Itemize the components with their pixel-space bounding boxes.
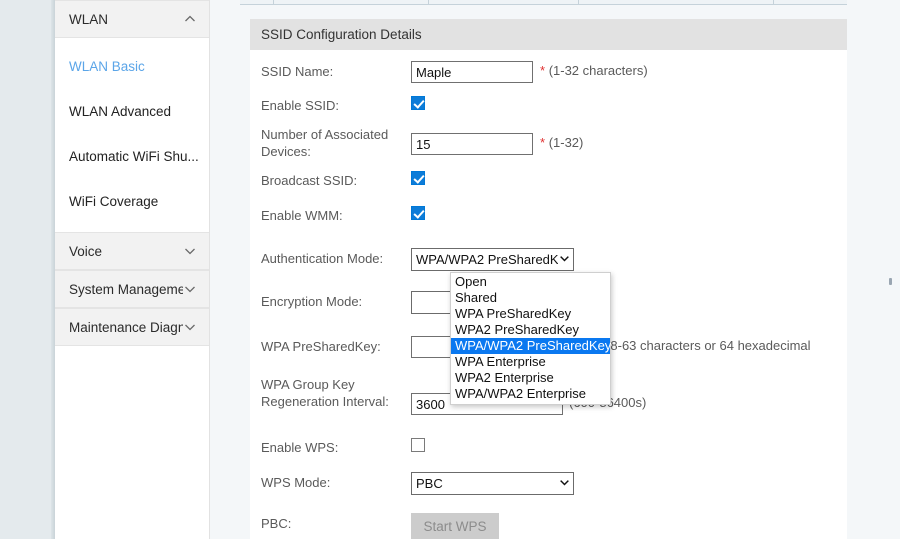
start-wps-button[interactable]: Start WPS [411,513,499,539]
app-root: WLAN WLAN Basic WLAN Advanced Automatic … [0,0,900,539]
sidebar-item-label: WiFi Coverage [69,194,159,209]
enable-ssid-label: Enable SSID: [261,98,340,113]
sidebar-item-automatic-wifi-shutdown[interactable]: Automatic WiFi Shu... [55,134,209,179]
sidebar-group-maintenance-diagnosis[interactable]: Maintenance Diagno.. [55,308,209,346]
panel-title-bar: SSID Configuration Details [250,19,847,50]
authentication-mode-label: Authentication Mode: [261,251,384,266]
sidebar-item-wifi-coverage[interactable]: WiFi Coverage [55,179,209,224]
ssid-configuration-panel: SSID Configuration Details SSID Name: * … [250,19,847,539]
sidebar-group-voice-label: Voice [69,243,103,259]
sidebar-item-wlan-basic[interactable]: WLAN Basic [55,44,209,89]
row-broadcast-ssid: Broadcast SSID: [250,160,847,192]
broadcast-ssid-label: Broadcast SSID: [261,173,358,188]
chevron-down-icon [558,477,570,491]
dropdown-option-wpa2-presharedkey[interactable]: WPA2 PreSharedKey [451,322,610,338]
sidebar-group-wlan[interactable]: WLAN [55,0,209,38]
content-right-margin [847,0,900,539]
wpa-presharedkey-hint-text: (8-63 characters or 64 hexadecimal [606,338,811,353]
required-asterisk: * [540,63,546,78]
dropdown-option-wpa-wpa2-enterprise[interactable]: WPA/WPA2 Enterprise [451,386,610,402]
number-of-associated-devices-input[interactable] [411,133,533,155]
enable-ssid-checkbox[interactable] [411,96,425,110]
required-asterisk: * [540,135,546,150]
row-enable-wps: Enable WPS: [250,415,847,456]
sliver-cell [274,0,429,4]
chevron-up-icon [183,12,197,26]
enable-wps-label: Enable WPS: [261,440,339,455]
row-number-of-associated-devices: Number of Associated Devices: * (1-32) [250,115,847,160]
sidebar-group-wlan-label: WLAN [69,11,109,27]
page-left-gutter [0,0,55,539]
wpa-group-key-interval-label: WPA Group Key Regeneration Interval: [261,377,389,409]
number-of-associated-devices-hint: * (1-32) [540,133,583,150]
enable-wmm-checkbox[interactable] [411,206,425,220]
enable-wmm-label: Enable WMM: [261,208,343,223]
sidebar-item-label: Automatic WiFi Shu... [69,149,199,164]
sidebar-group-voice[interactable]: Voice [55,232,209,270]
dropdown-option-wpa-enterprise[interactable]: WPA Enterprise [451,354,610,370]
sidebar-group-system-management-label: System Management [69,281,183,297]
number-of-associated-devices-hint-text: (1-32) [548,135,584,150]
sidebar-navigation: WLAN WLAN Basic WLAN Advanced Automatic … [55,0,210,539]
row-enable-wmm: Enable WMM: [250,192,847,224]
dropdown-option-wpa-wpa2-presharedkey[interactable]: WPA/WPA2 PreSharedKey [451,338,611,354]
authentication-mode-select[interactable]: WPA/WPA2 PreSharedKe [411,248,574,271]
sliver-cell [579,0,774,4]
row-ssid-name: SSID Name: * (1-32 characters) [250,50,847,83]
sidebar-subitems-wlan: WLAN Basic WLAN Advanced Automatic WiFi … [55,38,209,232]
dropdown-option-open[interactable]: Open [451,274,610,290]
ssid-name-hint-text: (1-32 characters) [548,63,648,78]
number-of-associated-devices-label: Number of Associated Devices: [261,127,389,159]
sidebar-item-label: WLAN Basic [69,59,145,74]
broadcast-ssid-checkbox[interactable] [411,171,425,185]
chevron-down-icon [183,282,197,296]
sliver-cell [240,0,274,4]
scrollbar-thumb[interactable] [889,278,892,285]
dropdown-option-wpa-presharedkey[interactable]: WPA PreSharedKey [451,306,610,322]
row-wps-mode: WPS Mode: PBC [250,456,847,495]
pbc-label: PBC: [261,516,292,531]
authentication-mode-dropdown-list[interactable]: Open Shared WPA PreSharedKey WPA2 PreSha… [450,272,611,405]
row-pbc: PBC: Start WPS [250,495,847,539]
wps-mode-label: WPS Mode: [261,475,331,490]
dropdown-option-shared[interactable]: Shared [451,290,610,306]
ssid-name-label: SSID Name: [261,64,334,79]
sidebar-group-system-management[interactable]: System Management [55,270,209,308]
sliver-cell [429,0,579,4]
sidebar-item-wlan-advanced[interactable]: WLAN Advanced [55,89,209,134]
enable-wps-checkbox[interactable] [411,438,425,452]
wpa-presharedkey-label: WPA PreSharedKey: [261,339,381,354]
wps-mode-select[interactable]: PBC [411,472,574,495]
sidebar-group-maintenance-diagnosis-label: Maintenance Diagno.. [69,319,183,335]
chevron-down-icon [183,244,197,258]
sidebar-item-label: WLAN Advanced [69,104,172,119]
chevron-down-icon [558,253,570,267]
row-enable-ssid: Enable SSID: [250,83,847,115]
row-authentication-mode: Authentication Mode: WPA/WPA2 PreSharedK… [250,224,847,271]
ssid-name-input[interactable] [411,61,533,83]
main-content: SSID Configuration Details SSID Name: * … [211,0,900,539]
page-title: SSID Configuration Details [261,27,422,42]
encryption-mode-label: Encryption Mode: [261,294,363,309]
ssid-name-hint: * (1-32 characters) [540,61,648,78]
dropdown-option-wpa2-enterprise[interactable]: WPA2 Enterprise [451,370,610,386]
wps-mode-value: PBC [416,476,443,491]
cutoff-table-header-sliver [240,0,900,5]
chevron-down-icon [183,320,197,334]
authentication-mode-value: WPA/WPA2 PreSharedKe [416,252,558,267]
